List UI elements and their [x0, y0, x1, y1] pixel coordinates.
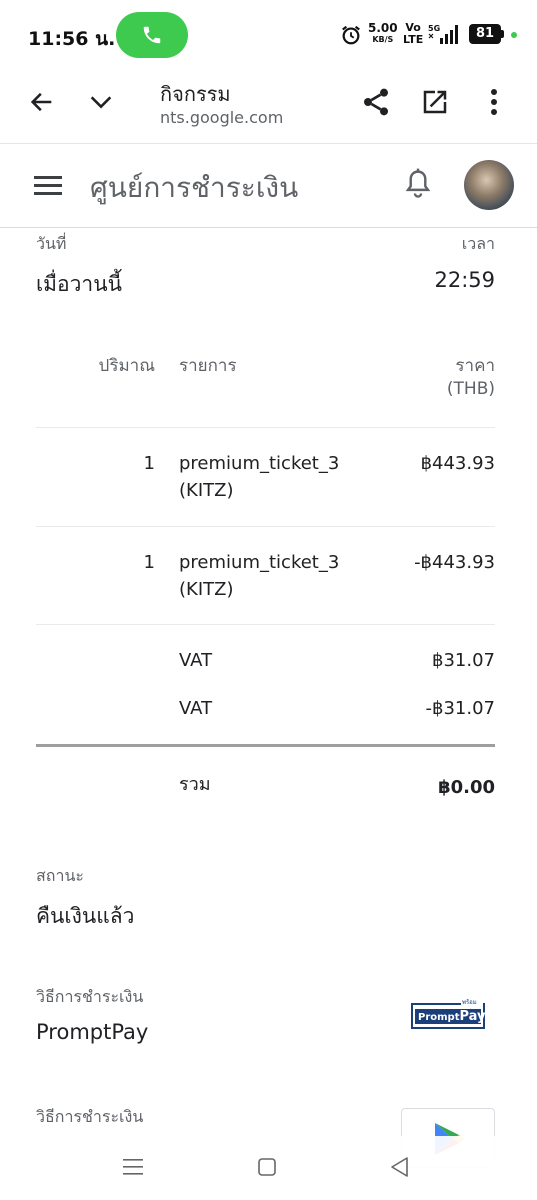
back-arrow-icon[interactable] — [28, 88, 56, 116]
row-2-item-sub: (KITZ) — [179, 579, 234, 600]
payment-method-label-2: วิธีการชำระเงิน — [36, 1107, 144, 1126]
bell-icon[interactable] — [403, 168, 433, 202]
more-vert-icon[interactable] — [482, 86, 506, 118]
status-bar: 11:56 น. 5.00 KB/S Vo LTE 5G 81 — [0, 0, 537, 72]
chevron-down-icon[interactable] — [86, 88, 116, 116]
total-value: ฿0.00 — [438, 777, 495, 798]
avatar[interactable] — [464, 160, 514, 210]
time-label: เวลา — [461, 234, 495, 253]
open-external-icon[interactable] — [420, 87, 450, 117]
divider — [36, 427, 495, 428]
ongoing-call-pill[interactable] — [116, 12, 188, 58]
back-icon[interactable] — [389, 1156, 409, 1178]
promptpay-pay: Pay — [459, 1009, 486, 1024]
total-divider — [36, 744, 495, 747]
status-label: สถานะ — [36, 866, 84, 885]
promptpay-logo: พร้อมเพย์ PromptPay — [411, 997, 486, 1029]
divider — [36, 624, 495, 625]
row-1-qty: 1 — [143, 453, 155, 474]
page-title: กิจกรรม — [160, 82, 231, 106]
vat-2-price: -฿31.07 — [425, 698, 495, 719]
transaction-details: วันที่ เวลา เมื่อวานนี้ 22:59 ปริมาณ ราย… — [0, 228, 537, 1200]
vat-1-label: VAT — [179, 650, 213, 671]
status-time: 11:56 น. — [28, 28, 116, 50]
home-icon[interactable] — [257, 1157, 277, 1177]
row-1-item: premium_ticket_3 — [179, 453, 340, 474]
date-label: วันที่ — [36, 234, 67, 253]
custom-tab-toolbar: กิจกรรม nts.google.com — [0, 72, 537, 144]
row-2-price: -฿443.93 — [414, 552, 495, 573]
payment-method-value: PromptPay — [36, 1020, 149, 1044]
network-speed: 5.00 KB/S — [368, 22, 398, 46]
date-value: เมื่อวานนี้ — [36, 272, 122, 296]
speed-value: 5.00 — [368, 21, 398, 35]
row-1-price: ฿443.93 — [420, 453, 495, 474]
item-header: รายการ — [179, 356, 237, 376]
vat-1-price: ฿31.07 — [432, 650, 495, 671]
quantity-header: ปริมาณ — [98, 356, 155, 376]
menu-icon[interactable] — [34, 174, 62, 198]
row-1-item-sub: (KITZ) — [179, 480, 234, 501]
system-nav-bar — [0, 1136, 537, 1200]
divider — [36, 526, 495, 527]
price-header: ราคา — [455, 356, 495, 376]
vat-2-label: VAT — [179, 698, 213, 719]
app-title: ศูนย์การชำระเงิน — [90, 171, 299, 204]
payment-method-label: วิธีการชำระเงิน — [36, 987, 144, 1006]
time-value: 22:59 — [434, 268, 495, 292]
phone-call-icon — [143, 26, 161, 44]
speed-unit: KB/S — [372, 35, 394, 44]
promptpay-logo-text: PromptPay — [415, 1009, 486, 1024]
share-icon[interactable] — [360, 86, 392, 118]
volte-indicator: Vo LTE — [403, 22, 423, 46]
status-value: คืนเงินแล้ว — [36, 904, 135, 928]
battery-icon: 81 — [469, 24, 501, 44]
promptpay-prompt: Prompt — [418, 1012, 460, 1023]
signal-5g-icon: 5G — [428, 24, 458, 44]
app-header: ศูนย์การชำระเงิน — [0, 144, 537, 228]
alarm-icon — [342, 25, 360, 45]
page-url: nts.google.com — [160, 108, 284, 127]
volte-bottom: LTE — [403, 33, 424, 46]
svg-text:5G: 5G — [428, 24, 440, 33]
battery-tip — [501, 30, 504, 38]
row-2-item: premium_ticket_3 — [179, 552, 340, 573]
recent-apps-icon[interactable] — [122, 1156, 144, 1178]
privacy-dot — [511, 32, 517, 38]
row-2-qty: 1 — [143, 552, 155, 573]
status-icons: 5.00 KB/S Vo LTE 5G 81 — [340, 22, 530, 48]
price-unit-header: (THB) — [446, 379, 495, 399]
total-label: รวม — [179, 774, 211, 795]
